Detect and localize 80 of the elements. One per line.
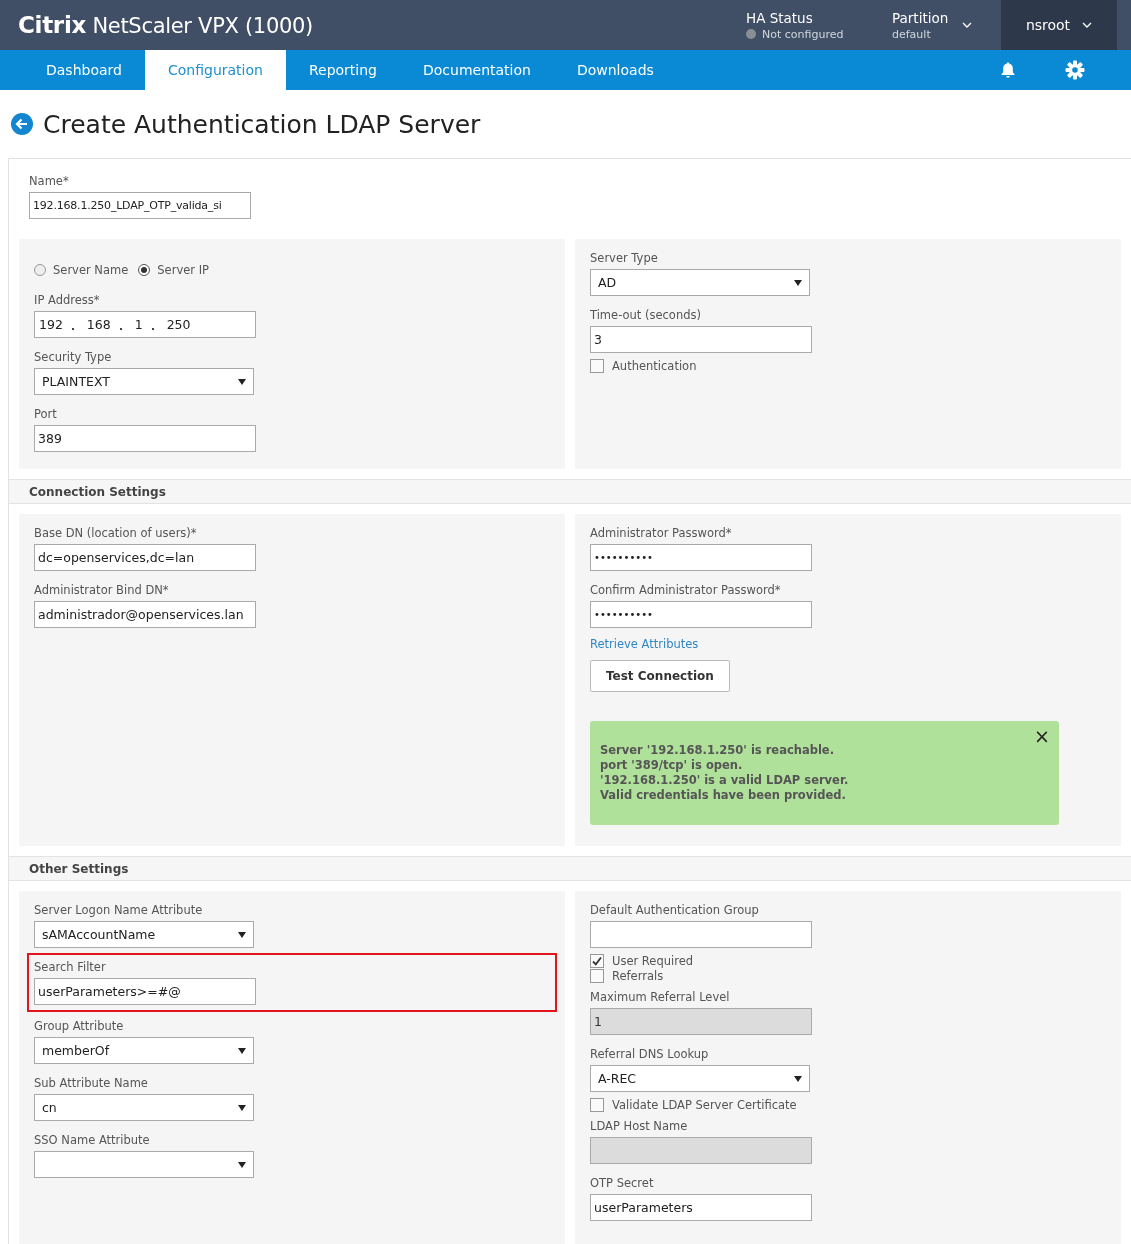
caret-icon — [238, 1161, 246, 1168]
nav-tab[interactable]: Configuration — [144, 50, 286, 90]
caret-icon — [794, 279, 802, 286]
field-label: Security Type — [34, 350, 113, 364]
text-input[interactable]: 3 — [590, 326, 812, 353]
select-dropdown[interactable]: PLAINTEXT — [34, 368, 254, 395]
select-dropdown[interactable]: AD — [590, 269, 810, 296]
caret-icon — [794, 1075, 802, 1082]
text-input[interactable]: administrador@openservices.lan — [34, 601, 256, 628]
field-label: Search Filter — [34, 960, 107, 974]
text-input[interactable]: userParameters>=#@ — [34, 978, 256, 1005]
alert-message: port '389/tcp' is open. — [600, 758, 743, 773]
alert-message: Valid credentials have been provided. — [600, 788, 846, 803]
text-input[interactable] — [590, 921, 812, 948]
field-label: Maximum Referral Level — [590, 990, 731, 1004]
checkbox[interactable]: Referrals — [590, 969, 664, 983]
field-label: Base DN (location of users)* — [34, 526, 198, 540]
nav-tab[interactable]: Documentation — [400, 50, 554, 90]
close-icon[interactable]: × — [1034, 725, 1050, 747]
field-label: Confirm Administrator Password* — [590, 583, 782, 597]
ip-address-input[interactable]: 192 168 1 250 — [34, 311, 256, 338]
ha-status-value: Not configured — [762, 27, 844, 41]
select-dropdown[interactable]: cn — [34, 1094, 254, 1121]
nav-tab[interactable]: Reporting — [285, 50, 400, 90]
retrieve-attributes-link[interactable]: Retrieve Attributes — [590, 637, 699, 651]
status-dot-icon — [746, 29, 756, 39]
field-label: OTP Secret — [590, 1176, 655, 1190]
caret-icon — [238, 1047, 246, 1054]
field-label: Name* — [29, 174, 70, 188]
field-label: Administrator Bind DN* — [34, 583, 170, 597]
product-title: Citrix NetScaler VPX (1000) — [18, 12, 314, 38]
checkbox[interactable]: Validate LDAP Server Certificate — [590, 1098, 797, 1112]
settings-icon[interactable] — [1065, 60, 1085, 80]
text-input[interactable]: 389 — [34, 425, 256, 452]
checkbox[interactable]: User Required — [590, 954, 694, 968]
section-title: Other Settings — [29, 861, 129, 876]
field-label: Default Authentication Group — [590, 903, 760, 917]
field-label: Administrator Password* — [590, 526, 733, 540]
user-menu[interactable]: nsroot — [1001, 0, 1117, 50]
text-input[interactable]: dc=openservices,dc=lan — [34, 544, 256, 571]
field-label: Group Attribute — [34, 1019, 125, 1033]
field-label: Referral DNS Lookup — [590, 1047, 710, 1061]
nav-tab[interactable]: Downloads — [553, 50, 677, 90]
test-connection-button[interactable]: Test Connection — [590, 660, 730, 692]
nav-tab[interactable]: Dashboard — [23, 50, 145, 90]
alert-message: Server '192.168.1.250' is reachable. — [600, 743, 835, 758]
radio-button[interactable] — [34, 264, 46, 276]
radio-button[interactable] — [138, 264, 151, 276]
chevron-icon — [962, 22, 973, 28]
field-label: Port — [34, 407, 58, 421]
field-label: Server Logon Name Attribute — [34, 903, 204, 917]
field-label: Server Type — [590, 251, 659, 265]
page-title: Create Authentication LDAP Server — [43, 109, 481, 139]
ha-status-label: HA Status — [746, 9, 814, 26]
select-dropdown[interactable]: sAMAccountName — [34, 921, 254, 948]
field-label: Time-out (seconds) — [590, 308, 702, 322]
checkmark-icon — [591, 955, 603, 967]
back-icon[interactable] — [10, 112, 34, 136]
radio-label: Server Name — [53, 263, 129, 277]
bell-icon[interactable] — [999, 61, 1017, 79]
field-label: IP Address* — [34, 293, 101, 307]
partition-dropdown[interactable]: Partition default — [892, 9, 1001, 41]
name-input[interactable]: 192.168.1.250_LDAP_OTP_valida_si — [29, 192, 251, 219]
select-dropdown[interactable] — [34, 1151, 254, 1178]
caret-icon — [238, 1104, 246, 1111]
caret-icon — [238, 378, 246, 385]
password-input[interactable]: •••••••••• — [590, 544, 812, 571]
section-title: Connection Settings — [29, 484, 166, 499]
password-input[interactable]: •••••••••• — [590, 601, 812, 628]
chevron-icon — [1082, 22, 1093, 28]
field-label: LDAP Host Name — [590, 1119, 689, 1133]
field-label: Sub Attribute Name — [34, 1076, 149, 1090]
checkbox[interactable]: Authentication — [590, 359, 697, 373]
alert-message: '192.168.1.250' is a valid LDAP server. — [600, 773, 849, 788]
field-label: SSO Name Attribute — [34, 1133, 151, 1147]
caret-icon — [238, 931, 246, 938]
text-input[interactable]: userParameters — [590, 1194, 812, 1221]
select-dropdown[interactable]: memberOf — [34, 1037, 254, 1064]
radio-label: Server IP — [157, 263, 209, 277]
select-dropdown[interactable]: A-REC — [590, 1065, 810, 1092]
